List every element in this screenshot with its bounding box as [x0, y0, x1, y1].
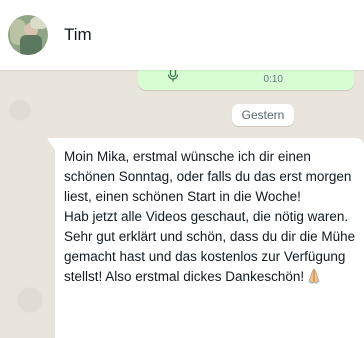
message-time: 0:10	[263, 74, 283, 85]
incoming-message-bubble[interactable]: Moin Mika, erstmal wünsche ich dir einen…	[47, 138, 364, 338]
microphone-icon	[166, 67, 180, 87]
message-body: Moin Mika, erstmal wünsche ich dir einen…	[64, 149, 356, 284]
avatar[interactable]	[8, 15, 48, 55]
bubble-tail	[47, 138, 55, 150]
date-separator: Gestern	[232, 104, 294, 126]
folded-hands-icon	[306, 268, 322, 290]
chat-header[interactable]: Tim	[0, 0, 364, 70]
message-text: Moin Mika, erstmal wünsche ich dir einen…	[64, 147, 356, 290]
contact-name[interactable]: Tim	[64, 25, 92, 45]
